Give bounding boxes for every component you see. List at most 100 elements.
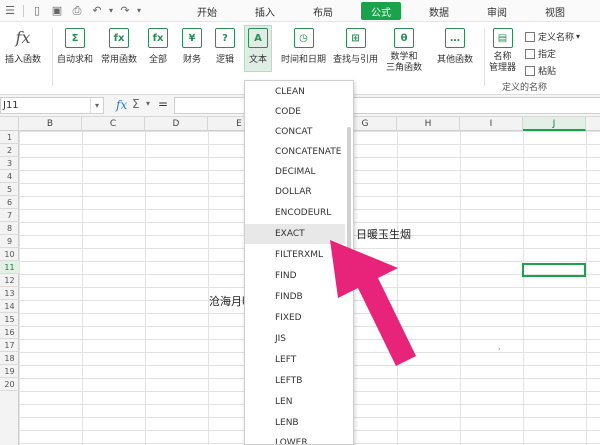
row-header[interactable]: 2 — [0, 144, 19, 157]
row-header[interactable]: 5 — [0, 183, 19, 196]
logical-icon: ? — [215, 28, 235, 48]
math-trig-label-1: 数学和 — [390, 52, 418, 62]
datetime-button[interactable]: ◷ 时间和日期 — [281, 28, 326, 65]
select-all-corner[interactable] — [0, 117, 19, 131]
math-trig-button[interactable]: θ 数学和 三角函数 — [386, 28, 422, 74]
row-header[interactable]: 10 — [0, 248, 19, 261]
tab-layout[interactable]: 布局 — [303, 2, 343, 20]
formula-input[interactable] — [174, 97, 600, 114]
undo-icon[interactable]: ↶ — [87, 0, 107, 22]
tab-data[interactable]: 数据 — [419, 2, 459, 20]
function-item-code[interactable]: CODE — [245, 102, 345, 122]
row-header[interactable]: 15 — [0, 313, 19, 326]
text-functions-label: 文本 — [248, 55, 267, 65]
insert-function-button[interactable]: fx 插入函数 — [5, 28, 41, 65]
function-item-lower[interactable]: LOWER — [245, 433, 345, 444]
row-header[interactable]: 7 — [0, 209, 19, 222]
text-icon: A — [248, 28, 268, 48]
name-manager-label-1: 名称 — [493, 52, 512, 62]
row-header[interactable]: 3 — [0, 157, 19, 170]
row-header[interactable]: 19 — [0, 365, 19, 378]
lookup-reference-button[interactable]: ⊞ 查找与引用 — [333, 28, 378, 65]
row-header[interactable]: 13 — [0, 287, 19, 300]
row-header-active[interactable]: 11 — [0, 261, 19, 274]
autosum-label: 自动求和 — [57, 55, 94, 65]
function-item-fixed[interactable]: FIXED — [245, 308, 345, 328]
function-item-concat[interactable]: CONCAT — [245, 122, 345, 142]
column-header[interactable]: H — [397, 117, 460, 131]
row-header[interactable]: 20 — [0, 378, 19, 391]
autosum-button[interactable]: Σ 自动求和 — [57, 28, 93, 65]
common-functions-button[interactable]: fx 常用函数 — [101, 28, 137, 65]
datetime-label: 时间和日期 — [281, 55, 327, 65]
function-item-exact[interactable]: EXACT — [245, 224, 345, 244]
redo-icon[interactable]: ↷ — [115, 0, 135, 22]
financial-button[interactable]: ¥ 财务 — [182, 28, 202, 65]
column-header-active[interactable]: J — [523, 117, 586, 131]
function-wizard-icon[interactable]: fx — [116, 98, 127, 112]
row-headers: 1 2 3 4 5 6 7 8 9 10 11 12 13 14 15 16 1… — [0, 131, 19, 445]
open-file-icon[interactable]: ▯ — [27, 0, 47, 22]
redo-dropdown-icon[interactable]: ▾ — [135, 0, 143, 22]
tab-insert[interactable]: 插入 — [245, 2, 285, 20]
text-functions-button[interactable]: A 文本 — [244, 25, 272, 72]
row-header[interactable]: 8 — [0, 222, 19, 235]
function-item-encodeurl[interactable]: ENCODEURL — [245, 203, 345, 223]
other-functions-label: 其他函数 — [437, 55, 474, 65]
other-functions-button[interactable]: … 其他函数 — [437, 28, 473, 65]
math-icon: θ — [394, 28, 414, 48]
menu-icon[interactable]: ☰ — [0, 0, 20, 22]
sigma-icon[interactable]: Σ — [132, 97, 140, 111]
chevron-down-icon[interactable]: ▾ — [90, 98, 103, 113]
function-item-clean[interactable]: CLEAN — [245, 82, 345, 102]
function-item-lenb[interactable]: LENB — [245, 413, 345, 433]
row-header[interactable]: 6 — [0, 196, 19, 209]
all-functions-button[interactable]: fx 全部 — [148, 28, 168, 65]
tab-view[interactable]: 视图 — [535, 2, 575, 20]
row-header[interactable]: 1 — [0, 131, 19, 144]
row-header[interactable]: 4 — [0, 170, 19, 183]
tab-review[interactable]: 审阅 — [477, 2, 517, 20]
define-name-button[interactable]: 定义名称 ▾ — [525, 30, 580, 43]
row-header[interactable]: 9 — [0, 235, 19, 248]
undo-dropdown-icon[interactable]: ▾ — [107, 0, 115, 22]
print-icon[interactable]: ⎙ — [67, 0, 87, 22]
row-header[interactable]: 14 — [0, 300, 19, 313]
paste-name-button[interactable]: 粘贴 — [525, 64, 556, 77]
logical-button[interactable]: ? 逻辑 — [215, 28, 235, 65]
equals-icon: = — [158, 97, 169, 111]
insert-function-label: 插入函数 — [5, 55, 42, 65]
function-item-left[interactable]: LEFT — [245, 350, 345, 370]
dropdown-scrollbar[interactable] — [347, 127, 351, 277]
row-header[interactable]: 18 — [0, 352, 19, 365]
save-icon[interactable]: ▣ — [47, 0, 67, 22]
column-header[interactable]: I — [460, 117, 523, 131]
specify-button[interactable]: 指定 — [525, 47, 556, 60]
column-header[interactable]: C — [82, 117, 145, 131]
function-item-findb[interactable]: FINDB — [245, 287, 345, 307]
row-header[interactable]: 17 — [0, 339, 19, 352]
row-header[interactable]: 12 — [0, 274, 19, 287]
financial-label: 财务 — [182, 55, 201, 65]
tab-formulas[interactable]: 公式 — [361, 2, 401, 20]
all-functions-label: 全部 — [148, 55, 167, 65]
column-header[interactable]: D — [145, 117, 208, 131]
name-box[interactable]: J11 ▾ — [0, 97, 104, 114]
function-item-len[interactable]: LEN — [245, 392, 345, 412]
chevron-down-icon[interactable]: ▾ — [146, 99, 150, 108]
function-item-jis[interactable]: JIS — [245, 329, 345, 349]
function-item-dollar[interactable]: DOLLAR — [245, 182, 345, 202]
function-item-find[interactable]: FIND — [245, 266, 345, 286]
function-item-concatenate[interactable]: CONCATENATE — [245, 142, 345, 162]
column-header[interactable]: B — [19, 117, 82, 131]
selected-cell[interactable] — [522, 263, 586, 277]
name-manager-button[interactable]: ▤ 名称 管理器 — [489, 28, 516, 74]
name-manager-label-2: 管理器 — [489, 63, 517, 73]
tab-home[interactable]: 开始 — [187, 2, 227, 20]
row-header[interactable]: 16 — [0, 326, 19, 339]
function-item-decimal[interactable]: DECIMAL — [245, 162, 345, 182]
name-manager-icon: ▤ — [492, 28, 513, 48]
function-item-leftb[interactable]: LEFTB — [245, 371, 345, 391]
function-item-filterxml[interactable]: FILTERXML — [245, 245, 345, 265]
paste-label: 粘贴 — [538, 67, 557, 77]
